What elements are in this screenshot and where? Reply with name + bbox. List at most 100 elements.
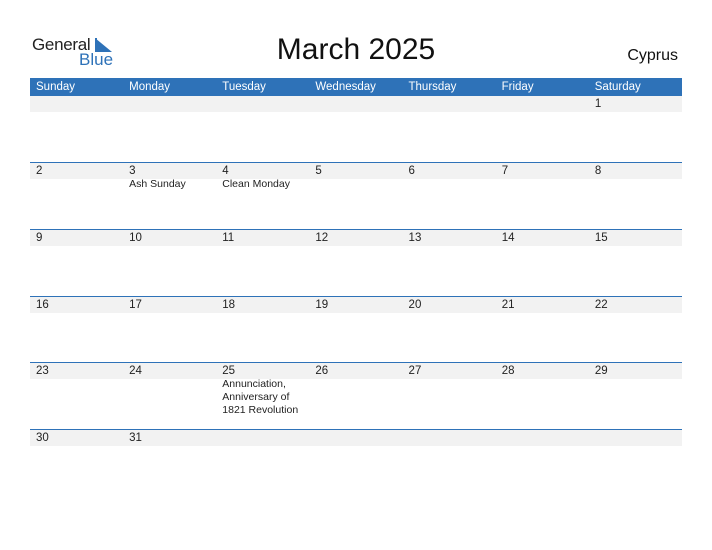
week-row: 23 24 25 Annunciation, Anniversary of 1821 … — [30, 362, 682, 430]
week-row: 2 3 Ash Sunday 4 Clean Monday 5 6 7 8 — [30, 162, 682, 230]
day-number: 14 — [501, 232, 515, 244]
day-number — [409, 96, 496, 112]
day-cell: 24 — [123, 363, 216, 430]
day-number: 12 — [315, 232, 329, 244]
day-cell: 26 — [309, 363, 402, 430]
holiday-label: Ash Sunday — [129, 178, 186, 190]
day-number: 4 — [222, 165, 229, 177]
day-number — [315, 430, 402, 446]
day-number: 15 — [594, 232, 608, 244]
day-cell: 28 — [496, 363, 589, 430]
week-row: 30 31 — [30, 429, 682, 497]
day-number: 2 — [36, 165, 43, 177]
day-number: 31 — [129, 432, 142, 444]
day-number: 9 — [36, 232, 43, 244]
country-label: Cyprus — [627, 47, 678, 64]
day-cell — [589, 430, 682, 497]
day-number: 28 — [501, 365, 515, 377]
day-number — [129, 96, 216, 112]
weekday-thursday: Thursday — [408, 81, 457, 93]
day-cell — [30, 96, 123, 163]
day-number: 13 — [408, 232, 422, 244]
day-cell: 4 Clean Monday — [216, 163, 309, 230]
day-cell — [123, 96, 216, 163]
weekday-header: Sunday Monday Tuesday Wednesday Thursday… — [30, 78, 682, 96]
day-number: 3 — [129, 165, 136, 177]
page-title: March 2025 — [276, 33, 436, 66]
day-number: 5 — [315, 165, 322, 177]
day-cell: 31 — [123, 430, 216, 497]
day-cell: 9 — [30, 230, 123, 297]
day-number: 6 — [408, 165, 415, 177]
day-cell: 22 — [589, 297, 682, 364]
day-number: 25 — [222, 365, 236, 377]
day-number: 17 — [129, 299, 142, 311]
day-number — [502, 430, 589, 446]
day-cell: 12 — [309, 230, 402, 297]
day-number — [409, 430, 496, 446]
week-row: 16 17 18 19 20 21 22 — [30, 296, 682, 364]
day-number: 7 — [501, 165, 509, 177]
day-number — [502, 96, 589, 112]
weekday-sunday: Sunday — [36, 81, 76, 93]
weekday-friday: Friday — [501, 81, 534, 93]
week-row: 9 10 11 12 13 14 15 — [30, 229, 682, 297]
day-cell: 13 — [403, 230, 496, 297]
day-cell: 1 — [589, 96, 682, 163]
day-cell — [496, 430, 589, 497]
day-cell: 23 — [30, 363, 123, 430]
day-number — [315, 96, 402, 112]
day-cell: 11 — [216, 230, 309, 297]
day-cell: 10 — [123, 230, 216, 297]
day-number: 23 — [36, 365, 49, 377]
day-cell: 8 — [589, 163, 682, 230]
weekday-wednesday: Wednesday — [315, 81, 376, 93]
day-number: 1 — [594, 98, 602, 110]
day-number: 29 — [594, 365, 608, 377]
day-number — [36, 96, 123, 112]
holiday-label: Annunciation, Anniversary of 1821 Revolu… — [222, 378, 299, 416]
day-cell — [216, 96, 309, 163]
day-number: 20 — [408, 299, 422, 311]
day-cell: 3 Ash Sunday — [123, 163, 216, 230]
day-cell: 25 Annunciation, Anniversary of 1821 Revo… — [216, 363, 309, 430]
day-number — [222, 96, 309, 112]
day-number: 22 — [594, 299, 608, 311]
day-number: 24 — [129, 365, 142, 377]
day-cell — [496, 96, 589, 163]
weekday-monday: Monday — [129, 81, 171, 93]
day-number: 30 — [36, 432, 49, 444]
day-number — [222, 430, 309, 446]
day-number: 27 — [408, 365, 422, 377]
day-cell: 21 — [496, 297, 589, 364]
day-cell: 14 — [496, 230, 589, 297]
day-number: 26 — [315, 365, 329, 377]
day-cell — [309, 96, 402, 163]
day-cell — [216, 430, 309, 497]
day-cell — [403, 430, 496, 497]
day-cell: 27 — [403, 363, 496, 430]
day-cell: 5 — [309, 163, 402, 230]
day-number: 11 — [222, 232, 235, 244]
day-cell: 6 — [403, 163, 496, 230]
day-cell: 20 — [403, 297, 496, 364]
day-cell: 7 — [496, 163, 589, 230]
day-number — [595, 430, 682, 446]
day-cell: 17 — [123, 297, 216, 364]
day-cell — [309, 430, 402, 497]
day-cell: 2 — [30, 163, 123, 230]
weekday-tuesday: Tuesday — [222, 81, 266, 93]
day-number: 10 — [129, 232, 142, 244]
day-cell — [403, 96, 496, 163]
week-row: 1 — [30, 96, 682, 163]
day-number: 16 — [36, 299, 49, 311]
day-cell: 15 — [589, 230, 682, 297]
day-number: 8 — [594, 165, 602, 177]
weekday-saturday: Saturday — [594, 81, 641, 93]
day-cell: 18 — [216, 297, 309, 364]
day-cell: 29 — [589, 363, 682, 430]
holiday-label: Clean Monday — [222, 178, 290, 190]
day-number: 19 — [315, 299, 329, 311]
day-number: 18 — [222, 299, 236, 311]
day-number: 21 — [501, 299, 515, 311]
